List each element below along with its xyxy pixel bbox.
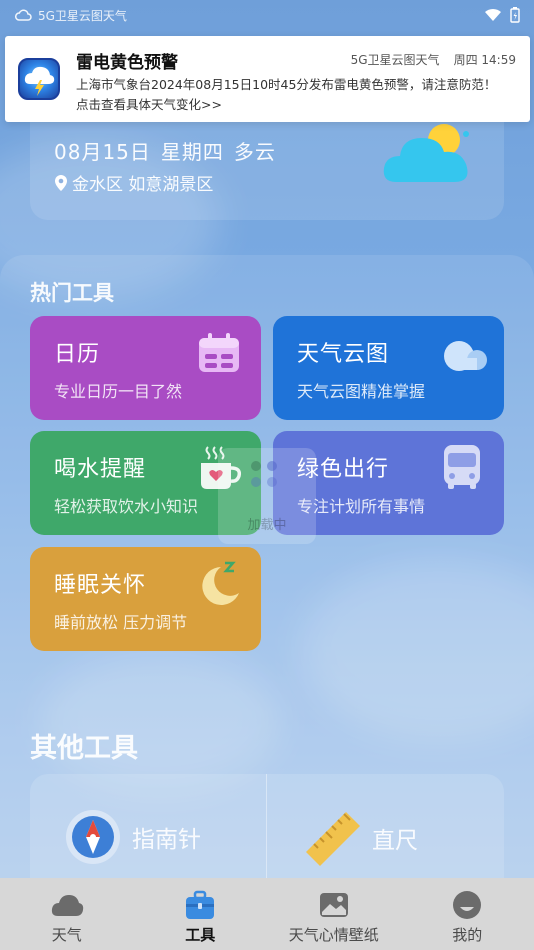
other-tools-title: 其他工具 — [30, 733, 138, 764]
notification-body: 上海市气象台2024年08月15日10时45分发布雷电黄色预警，请注意防范！ — [76, 77, 497, 92]
wifi-icon — [485, 8, 501, 21]
status-bar: 5G卫星云图天气 — [0, 0, 534, 30]
status-app-label: 5G卫星云图天气 — [38, 8, 127, 23]
tool-calendar-name: 日历 — [54, 342, 101, 367]
notification-title: 雷电黄色预警 — [76, 53, 178, 73]
notification-time-row: 周四 14:59 — [454, 51, 516, 68]
loading-overlay: 加载中 — [218, 448, 316, 544]
loading-spinner-icon — [251, 461, 277, 487]
tool-water-reminder-desc: 轻松获取饮水小知识 — [54, 497, 199, 516]
tool-ruler[interactable]: 直尺 — [302, 808, 418, 868]
tool-calendar-desc: 专业日历一目了然 — [54, 382, 183, 401]
calendar-icon — [199, 333, 239, 372]
location-pin-icon — [55, 174, 67, 191]
tool-water-reminder-name: 喝水提醒 — [54, 457, 147, 482]
battery-icon — [510, 7, 520, 23]
nav-wallpaper[interactable]: 天气心情壁纸 — [267, 878, 401, 950]
bottom-navigation: 天气 工具 天气心情壁纸 我的 — [0, 878, 534, 950]
toolbox-icon — [186, 890, 215, 919]
tool-calendar[interactable]: 日历 专业日历一目了然 — [30, 316, 261, 420]
compass-icon — [66, 810, 120, 864]
weather-location-row: 金水区 如意湖景区 — [54, 170, 213, 195]
weather-icon — [51, 895, 83, 916]
tool-sleep-care-desc: 睡前放松 压力调节 — [54, 613, 188, 632]
tool-weather-map-name: 天气云图 — [297, 342, 390, 367]
cloudy-weather-icon — [383, 124, 469, 182]
tool-green-travel-desc: 专注计划所有事情 — [297, 497, 426, 516]
notification-banner[interactable]: 雷电黄色预警 5G卫星云图天气 周四 14:59 上海市气象台2024年08月1… — [5, 36, 530, 122]
notification-day: 周四 — [453, 53, 478, 67]
tool-weather-map[interactable]: 天气云图 天气云图精准掌握 — [273, 316, 504, 420]
loading-text: 加载中 — [247, 518, 287, 533]
weather-weekday: 星期四 — [160, 140, 224, 164]
weather-date-row: 08月15日 星期四 多云 — [54, 136, 276, 165]
ruler-icon — [306, 812, 360, 866]
notification-time: 14:59 — [481, 53, 516, 67]
weather-date: 08月15日 — [54, 140, 151, 164]
cloud-status-icon — [14, 9, 32, 21]
tool-compass[interactable]: 指南针 — [64, 808, 201, 866]
hot-tools-title: 热门工具 — [30, 281, 114, 305]
notification-app-name: 5G卫星云图天气 — [350, 53, 440, 67]
bus-icon — [444, 445, 480, 489]
app-weather-logo-icon — [18, 58, 60, 100]
weather-condition: 多云 — [233, 140, 276, 164]
nav-profile[interactable]: 我的 — [401, 878, 534, 950]
nav-wallpaper-label: 天气心情壁纸 — [288, 926, 379, 944]
nav-tools[interactable]: 工具 — [134, 878, 268, 950]
other-tools-divider — [266, 774, 267, 884]
tool-ruler-name: 直尺 — [372, 828, 418, 854]
tool-sleep-care-name: 睡眠关怀 — [54, 573, 147, 598]
profile-icon — [453, 891, 482, 919]
tool-weather-map-desc: 天气云图精准掌握 — [297, 382, 426, 401]
cloud-icon — [444, 341, 487, 371]
other-tools-card: 指南针 直尺 — [30, 774, 504, 884]
wallpaper-icon — [319, 893, 348, 917]
notification-link[interactable]: 点击查看具体天气变化>> — [76, 94, 222, 113]
nav-weather-label: 天气 — [51, 926, 82, 944]
weather-location: 金水区 如意湖景区 — [72, 175, 214, 195]
nav-weather[interactable]: 天气 — [0, 878, 134, 950]
notification-meta: 5G卫星云图天气 周四 14:59 — [351, 51, 516, 68]
moon-icon — [202, 561, 239, 605]
nav-profile-label: 我的 — [452, 926, 483, 944]
tool-compass-name: 指南针 — [132, 827, 201, 853]
tool-sleep-care[interactable]: 睡眠关怀 睡前放松 压力调节 — [30, 547, 261, 651]
nav-tools-label: 工具 — [185, 926, 216, 944]
